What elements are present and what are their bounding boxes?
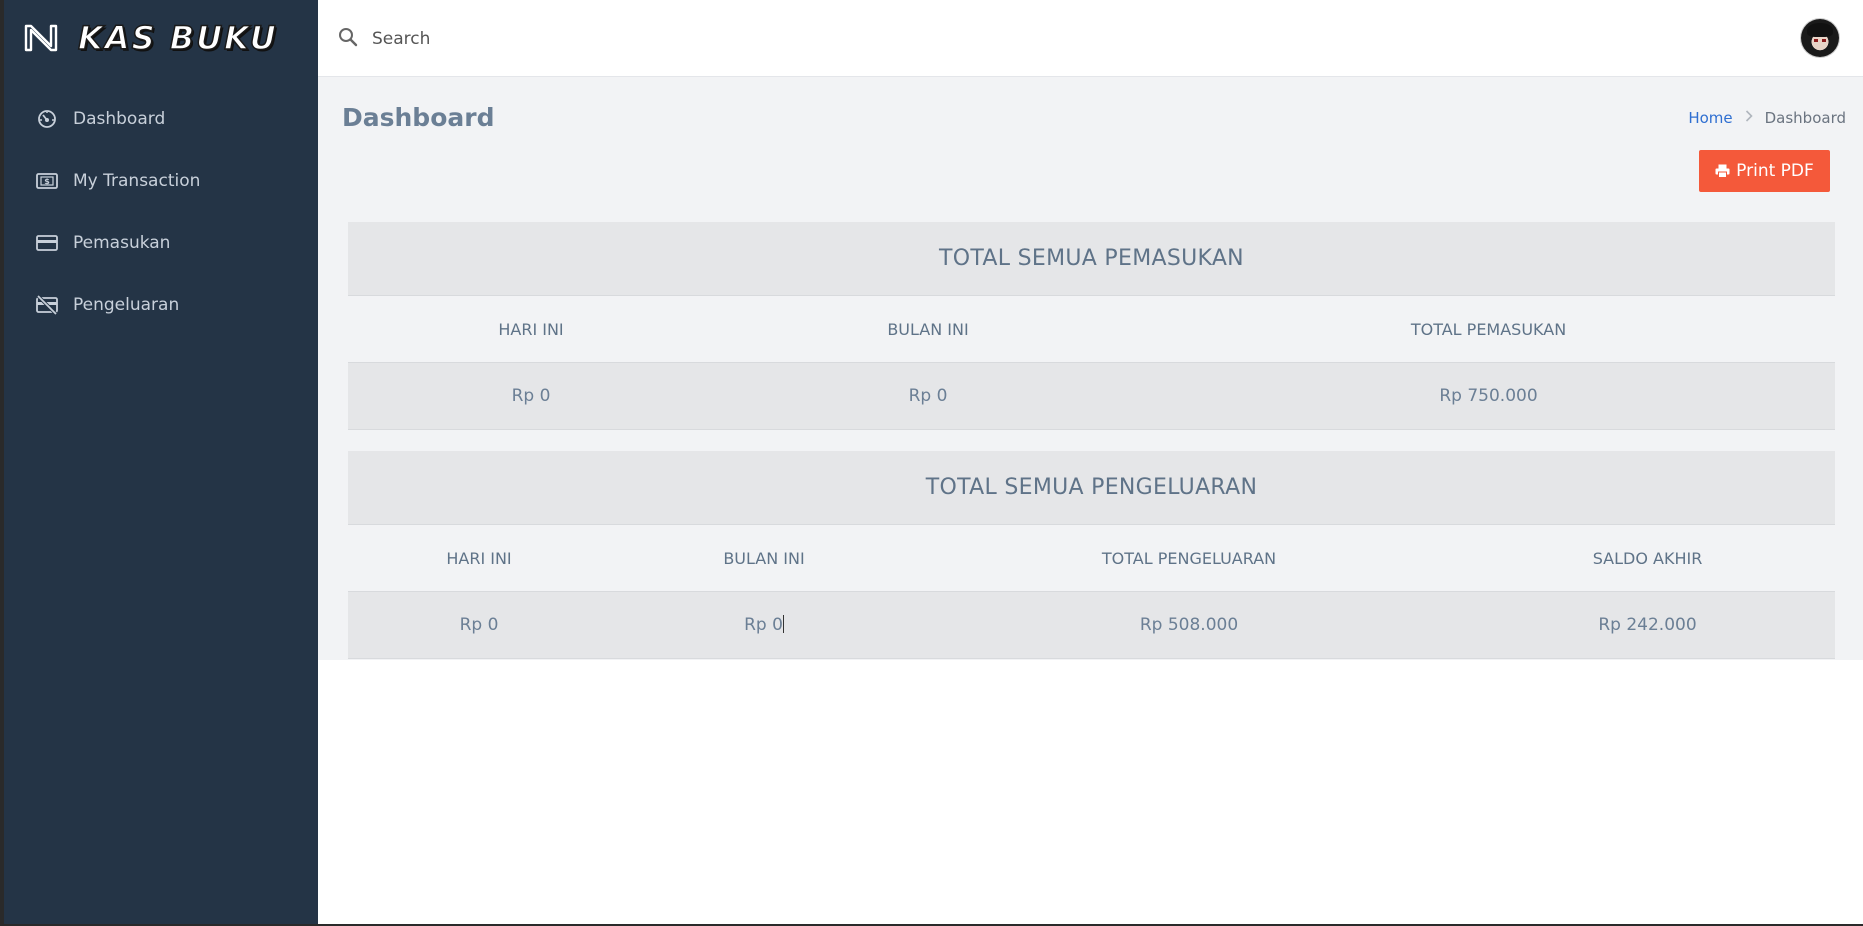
- sidebar-item-pengeluaran[interactable]: Pengeluaran: [4, 274, 318, 336]
- breadcrumb-home-link[interactable]: Home: [1688, 109, 1732, 127]
- breadcrumb-current: Dashboard: [1764, 109, 1846, 127]
- sidebar-item-my-transaction[interactable]: $ My Transaction: [4, 150, 318, 212]
- search-icon[interactable]: [338, 27, 360, 49]
- money-bill-icon: $: [36, 170, 58, 192]
- value-cell: Rp 0: [908, 386, 948, 406]
- column-header: BULAN INI: [723, 548, 805, 568]
- n-logo-icon: [24, 24, 58, 52]
- search-input[interactable]: [370, 20, 874, 58]
- sidebar: KAS BUKU Dashboard $ My Transaction Pema…: [4, 0, 318, 924]
- value-cell: Rp 0: [511, 386, 551, 406]
- sidebar-nav: Dashboard $ My Transaction Pemasukan Pen…: [4, 88, 318, 336]
- column-header: HARI INI: [498, 319, 564, 339]
- page-title: Dashboard: [342, 103, 495, 132]
- value-cell: Rp 0: [459, 615, 499, 635]
- column-header: HARI INI: [446, 548, 512, 568]
- value-cell: Rp 242.000: [1598, 615, 1697, 635]
- text-caret: [782, 615, 784, 633]
- pengeluaran-summary-card: TOTAL SEMUA PENGELUARAN HARI INI BULAN I…: [348, 451, 1835, 659]
- column-header: TOTAL PENGELUARAN: [1101, 548, 1277, 568]
- pengeluaran-heading: TOTAL SEMUA PENGELUARAN: [348, 451, 1835, 525]
- svg-text:$: $: [44, 177, 50, 186]
- pemasukan-heading: TOTAL SEMUA PEMASUKAN: [348, 222, 1835, 296]
- sidebar-item-label: Pemasukan: [73, 233, 171, 253]
- column-header: TOTAL PEMASUKAN: [1410, 319, 1567, 339]
- pengeluaran-values-row: Rp 0 Rp 0 Rp 508.000 Rp 242.000: [348, 592, 1835, 659]
- pemasukan-values-row: Rp 0 Rp 0 Rp 750.000: [348, 363, 1835, 430]
- sidebar-item-dashboard[interactable]: Dashboard: [4, 88, 318, 150]
- value-cell: Rp 508.000: [1139, 615, 1239, 635]
- topbar: [318, 0, 1863, 77]
- chevron-right-icon: [1745, 110, 1753, 126]
- sidebar-item-pemasukan[interactable]: Pemasukan: [4, 212, 318, 274]
- value-cell: Rp 0: [610, 615, 918, 635]
- print-pdf-button[interactable]: Print PDF: [1699, 150, 1830, 192]
- card-off-icon: [36, 294, 58, 316]
- value-text: Rp 0: [744, 615, 783, 635]
- column-header: BULAN INI: [887, 319, 969, 339]
- sidebar-item-label: Dashboard: [73, 109, 166, 129]
- pemasukan-summary-card: TOTAL SEMUA PEMASUKAN HARI INI BULAN INI…: [348, 222, 1835, 430]
- user-avatar[interactable]: [1801, 19, 1839, 57]
- brand[interactable]: KAS BUKU: [24, 18, 278, 58]
- pengeluaran-column-headers: HARI INI BULAN INI TOTAL PENGELUARAN SAL…: [348, 525, 1835, 592]
- dashboard-gauge-icon: [36, 108, 58, 130]
- sidebar-item-label: My Transaction: [73, 171, 201, 191]
- main-content: Dashboard Home Dashboard Print PDF TOTAL…: [318, 77, 1863, 660]
- print-pdf-label: Print PDF: [1736, 161, 1814, 181]
- pemasukan-column-headers: HARI INI BULAN INI TOTAL PEMASUKAN: [348, 296, 1835, 363]
- printer-icon: [1715, 164, 1730, 178]
- breadcrumb: Home Dashboard: [1688, 109, 1846, 127]
- column-header: SALDO AKHIR: [1592, 548, 1703, 568]
- brand-title: KAS BUKU: [77, 18, 278, 58]
- value-cell: Rp 750.000: [1439, 386, 1538, 406]
- credit-card-icon: [36, 232, 58, 254]
- sidebar-item-label: Pengeluaran: [73, 295, 180, 315]
